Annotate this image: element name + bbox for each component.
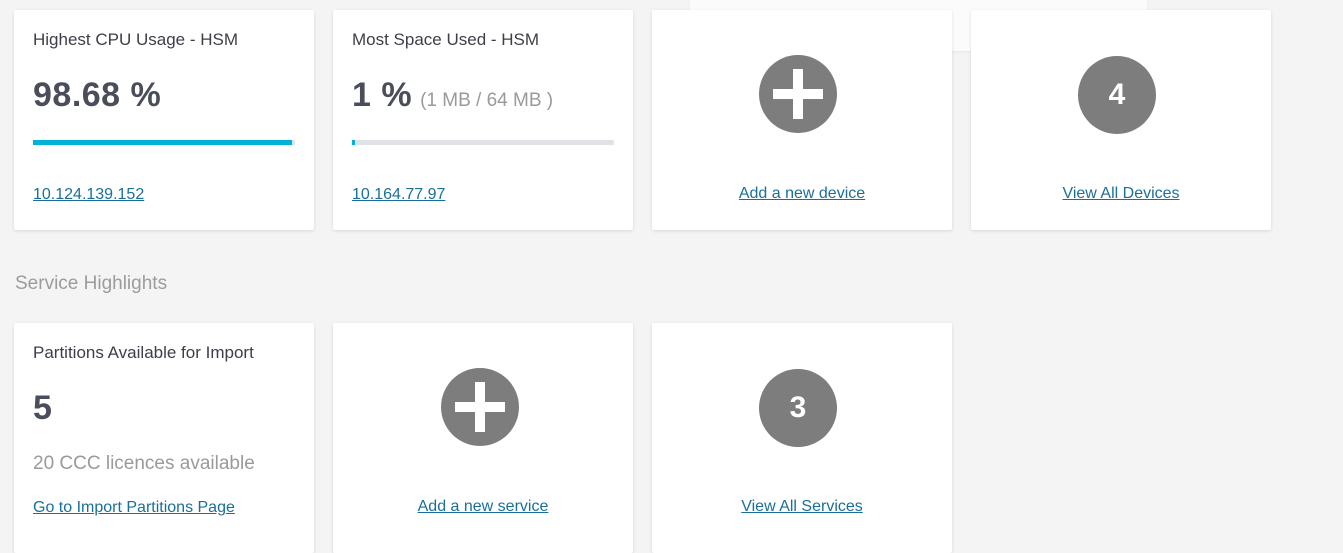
space-used-card: Most Space Used - HSM 1 % (1 MB / 64 MB )… (333, 10, 633, 230)
plus-icon (455, 382, 505, 432)
space-used-progress-bar (352, 140, 614, 145)
space-used-detail: (1 MB / 64 MB ) (420, 90, 554, 111)
cpu-usage-card: Highest CPU Usage - HSM 98.68 % 10.124.1… (14, 10, 314, 230)
cpu-usage-value: 98.68 % (33, 76, 162, 114)
add-service-button[interactable] (441, 368, 519, 446)
add-service-link[interactable]: Add a new service (333, 498, 633, 516)
space-used-percent: 1 % (352, 76, 413, 114)
space-device-ip-link[interactable]: 10.164.77.97 (352, 186, 445, 204)
service-count-badge: 3 (759, 369, 837, 447)
card-title: Partitions Available for Import (33, 343, 254, 362)
services-count-card: 3 View All Services (652, 323, 952, 553)
partitions-count-value: 5 (33, 389, 53, 427)
card-title: Highest CPU Usage - HSM (33, 30, 239, 49)
section-title: Service Highlights (15, 273, 168, 294)
view-all-devices-link[interactable]: View All Devices (971, 185, 1271, 203)
add-device-card: Add a new device (652, 10, 952, 230)
card-title: Most Space Used - HSM (352, 30, 540, 49)
space-used-progress-fill (352, 140, 355, 145)
cpu-usage-progress-fill (33, 140, 293, 145)
partitions-card: Partitions Available for Import 5 20 CCC… (14, 323, 314, 553)
add-service-card: Add a new service (333, 323, 633, 553)
cpu-usage-progress-bar (33, 140, 295, 145)
import-partitions-link[interactable]: Go to Import Partitions Page (33, 499, 235, 517)
licences-available-text: 20 CCC licences available (33, 453, 255, 474)
space-used-value: 1 % (1 MB / 64 MB ) (352, 76, 553, 115)
add-device-button[interactable] (759, 55, 837, 133)
cpu-device-ip-link[interactable]: 10.124.139.152 (33, 186, 144, 204)
devices-count-card: 4 View All Devices (971, 10, 1271, 230)
device-count-badge: 4 (1078, 56, 1156, 134)
add-device-link[interactable]: Add a new device (652, 185, 952, 203)
view-all-services-link[interactable]: View All Services (652, 498, 952, 516)
plus-icon (773, 69, 823, 119)
